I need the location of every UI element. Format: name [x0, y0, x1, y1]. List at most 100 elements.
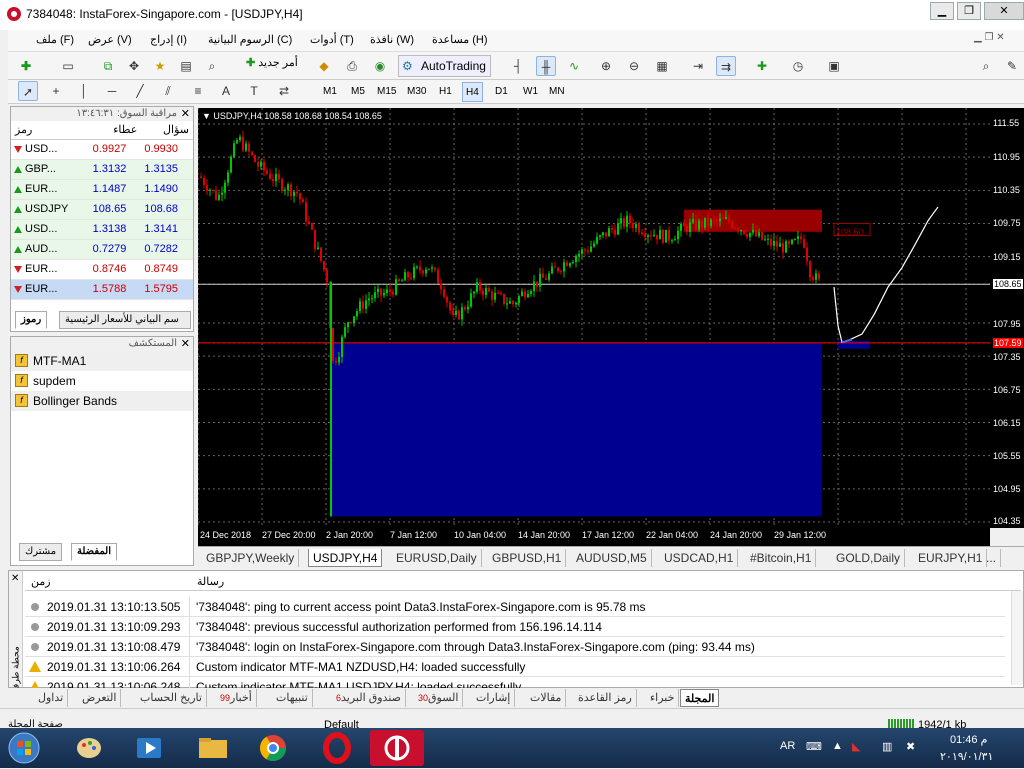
file-explorer-icon[interactable]	[186, 730, 240, 766]
channel-icon[interactable]: ⫽	[158, 81, 178, 101]
chart-tab[interactable]: #Bitcoin,H1	[746, 549, 817, 567]
keyboard-icon[interactable]: ⌨	[806, 740, 822, 753]
signals-icon[interactable]: ◉	[370, 56, 390, 76]
crosshair-tool-icon[interactable]: ✥	[124, 56, 144, 76]
market-watch-icon[interactable]: ⧉	[98, 56, 118, 76]
terminal-tab[interactable]: التعرض	[78, 689, 122, 707]
terminal-tab[interactable]: أخبار99	[214, 689, 257, 707]
candlestick-icon[interactable]: ╫	[536, 56, 556, 76]
chart-tab[interactable]: GBPUSD,H1	[488, 549, 567, 567]
menu-window[interactable]: نافذة (W)	[370, 33, 414, 46]
tray-expand-icon[interactable]: ▲	[832, 740, 843, 752]
chart-tab[interactable]: GOLD,Daily	[832, 549, 906, 567]
market-watch-row[interactable]: EUR... 1.1487 1.1490	[11, 179, 193, 200]
terminal-tab[interactable]: رمز القاعدة	[574, 689, 637, 707]
log-row[interactable]: 2019.01.31 13:10:06.264 Custom indicator …	[25, 657, 1005, 677]
menu-help[interactable]: مساعدة (H)	[432, 33, 488, 46]
community-icon[interactable]: ✎	[1002, 56, 1022, 76]
terminal-close-icon[interactable]: ✕	[11, 573, 19, 584]
autoscroll-icon[interactable]: ⇉	[716, 56, 736, 76]
chart-tab[interactable]: AUDUSD,M5	[572, 549, 652, 567]
terminal-scrollbar[interactable]	[1011, 591, 1023, 685]
tf-h1[interactable]: H1	[436, 82, 455, 102]
line-chart-icon[interactable]: ∿	[564, 56, 584, 76]
chart-shift-icon[interactable]: ⇥	[688, 56, 708, 76]
terminal-tab[interactable]: تداول	[34, 689, 69, 707]
tf-m30[interactable]: M30	[404, 82, 429, 102]
zoom-in-icon[interactable]: ⊕	[596, 56, 616, 76]
crosshair-icon[interactable]: +	[46, 81, 66, 101]
profiles-icon[interactable]: ▭	[58, 56, 78, 76]
mdi-controls[interactable]: ▁ ❐ ✕	[974, 32, 1022, 48]
chart-tab[interactable]: USDCAD,H1	[660, 549, 739, 567]
navigator-item[interactable]: f supdem	[11, 371, 193, 391]
tab-symbols[interactable]: رموز	[15, 311, 48, 329]
terminal-tab[interactable]: المجلة	[680, 689, 720, 707]
trendline-icon[interactable]: ╱	[130, 81, 150, 101]
terminal-tab[interactable]: إشارات	[472, 689, 516, 707]
tf-m15[interactable]: M15	[374, 82, 399, 102]
tf-mn[interactable]: MN	[546, 82, 568, 102]
log-row[interactable]: 2019.01.31 13:10:13.505 '7384048': ping t…	[25, 597, 1005, 617]
terminal-tab[interactable]: تنبيهات	[272, 689, 313, 707]
terminal-tab[interactable]: مقالات	[526, 689, 567, 707]
col-ask[interactable]: سؤال	[141, 121, 193, 140]
strategy-tester-icon[interactable]: ⌕	[202, 56, 222, 76]
metatrader-taskbar-icon[interactable]	[370, 730, 424, 766]
autotrading-button[interactable]: ⚙ AutoTrading	[398, 55, 491, 77]
market-watch-row[interactable]: USD... 1.3138 1.3141	[11, 219, 193, 240]
market-watch-row[interactable]: EUR... 0.8746 0.8749	[11, 259, 193, 280]
close-button[interactable]: ✕	[984, 2, 1024, 20]
chart-tab[interactable]: ...	[982, 549, 1002, 567]
col-message[interactable]: رسالة	[197, 575, 224, 588]
chart-tab[interactable]: GBPJPY,Weekly	[202, 549, 300, 567]
tab-favorites[interactable]: المفضلة	[71, 543, 118, 561]
terminal-tab[interactable]: خبراء	[646, 689, 680, 707]
terminal-tab[interactable]: صندوق البريد6	[330, 689, 406, 707]
col-symbol[interactable]: رمز	[11, 121, 90, 140]
indicators-icon[interactable]: ✚	[752, 56, 772, 76]
chart-tab[interactable]: USDJPY,H4	[308, 549, 383, 567]
new-chart-icon[interactable]: ✚	[16, 56, 36, 76]
language-indicator[interactable]: AR	[780, 740, 795, 752]
vertical-line-icon[interactable]: │	[74, 81, 94, 101]
market-watch-row[interactable]: EUR... 1.5788 1.5795	[11, 279, 193, 300]
tab-tick-chart[interactable]: سم البياني للأسعار الرئيسية	[59, 311, 191, 329]
menu-view[interactable]: عرض (V)	[88, 33, 132, 46]
log-row[interactable]: 2019.01.31 13:10:08.479 '7384048': login …	[25, 637, 1005, 657]
tf-m1[interactable]: M1	[320, 82, 340, 102]
bar-chart-icon[interactable]: ┤	[508, 56, 528, 76]
market-watch-row[interactable]: AUD... 0.7279 0.7282	[11, 239, 193, 260]
arrows-icon[interactable]: ⇄	[274, 81, 294, 101]
paint-app-icon[interactable]	[62, 730, 116, 766]
market-watch-close-icon[interactable]: ✕	[181, 107, 190, 120]
maximize-button[interactable]: ❐	[957, 2, 981, 20]
tab-common[interactable]: مشترك	[19, 543, 63, 561]
col-bid[interactable]: عطاء	[89, 121, 142, 140]
tf-h4[interactable]: H4	[462, 82, 483, 102]
navigator-item[interactable]: f Bollinger Bands	[11, 391, 193, 411]
start-button[interactable]	[4, 730, 44, 766]
fibonacci-icon[interactable]: ≡	[188, 81, 208, 101]
horizontal-line-icon[interactable]: ─	[102, 81, 122, 101]
volume-icon[interactable]: ✖	[906, 740, 915, 753]
tray-app-icon[interactable]: ◣	[852, 740, 860, 753]
menu-file[interactable]: ملف (F)	[36, 33, 74, 46]
tf-m5[interactable]: M5	[348, 82, 368, 102]
terminal-icon[interactable]: ▤	[176, 56, 196, 76]
zoom-out-icon[interactable]: ⊖	[624, 56, 644, 76]
market-watch-row[interactable]: USDJPY 108.65 108.68	[11, 199, 193, 220]
tile-windows-icon[interactable]: ▦	[652, 56, 672, 76]
menu-tools[interactable]: أدوات (T)	[310, 33, 354, 46]
price-chart[interactable]: 108.60 ▼ USDJPY,H4 108.58 108.68 108.54 …	[198, 108, 990, 528]
new-order-button[interactable]: ✚ أمر جديد	[246, 56, 298, 69]
navigator-item[interactable]: f MTF-MA1	[11, 351, 193, 371]
terminal-tab[interactable]: السوق30	[412, 689, 464, 707]
tf-w1[interactable]: W1	[520, 82, 541, 102]
text-icon[interactable]: A	[216, 81, 236, 101]
cursor-icon[interactable]: ➚	[18, 81, 38, 101]
chart-tab[interactable]: EURJPY,H1	[914, 549, 988, 567]
navigator-icon[interactable]: ★	[150, 56, 170, 76]
tf-d1[interactable]: D1	[492, 82, 511, 102]
minimize-button[interactable]: ▁	[930, 2, 954, 20]
